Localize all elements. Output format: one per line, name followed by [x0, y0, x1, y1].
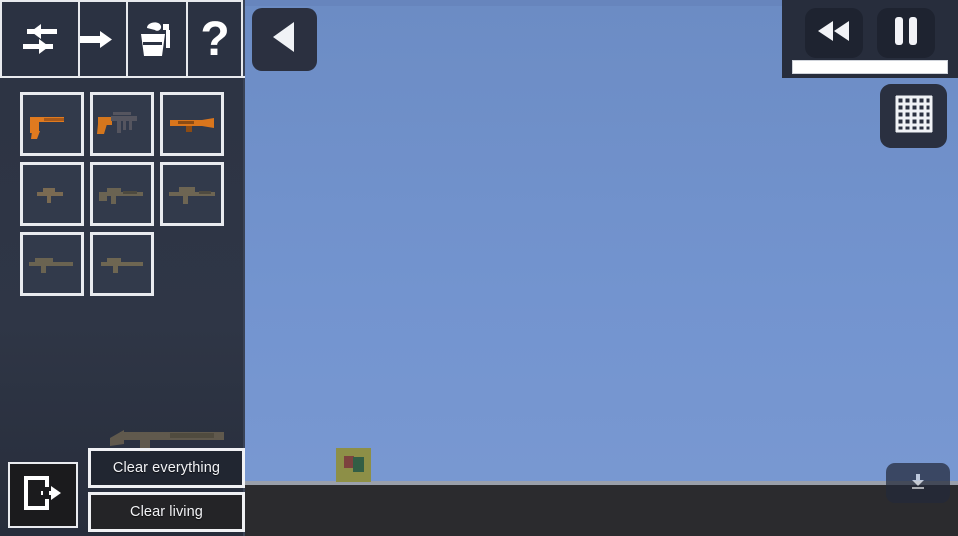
- grid-toggle-button[interactable]: [880, 84, 947, 148]
- paint-bucket-icon: [135, 16, 179, 62]
- inventory-slot-battle-rifle[interactable]: [160, 162, 224, 226]
- download-button[interactable]: [886, 463, 950, 503]
- rewind-icon: [816, 19, 852, 48]
- grid-icon: [893, 93, 935, 140]
- clear-everything-label: Clear everything: [112, 460, 221, 476]
- rifle-icon: [93, 249, 151, 279]
- inventory-grid: [20, 92, 230, 296]
- shotgun-icon: [164, 104, 220, 144]
- playback-panel: [782, 0, 958, 78]
- collapse-panel-button[interactable]: [252, 8, 317, 71]
- rifle-icon: [23, 249, 81, 279]
- download-icon: [911, 473, 925, 494]
- entity-detail-b: [353, 457, 364, 472]
- triangle-left-icon: [268, 19, 302, 60]
- exit-icon: [21, 473, 65, 518]
- rifle-icon: [93, 178, 151, 210]
- rifle-icon: [163, 178, 221, 210]
- pause-button[interactable]: [877, 8, 935, 58]
- help-button[interactable]: ?: [186, 0, 243, 78]
- inventory-slot-sniper-rifle[interactable]: [20, 232, 84, 296]
- smg-icon: [93, 102, 151, 146]
- svg-text:?: ?: [200, 13, 229, 65]
- rifle-icon: [25, 179, 79, 209]
- inventory-slot-shotgun[interactable]: [160, 92, 224, 156]
- playback-progress-bar[interactable]: [792, 60, 948, 74]
- swap-arrows-icon: [17, 19, 63, 59]
- pause-icon: [892, 16, 920, 51]
- clear-buttons-group: Clear everything Clear living: [88, 448, 245, 532]
- rewind-button[interactable]: [805, 8, 863, 58]
- clear-everything-button[interactable]: Clear everything: [88, 448, 245, 488]
- question-mark-icon: ?: [196, 13, 234, 65]
- toolbar: ?: [0, 0, 245, 78]
- inventory-slot-marksman-rifle[interactable]: [90, 232, 154, 296]
- inventory-slot-assault-rifle[interactable]: [90, 162, 154, 226]
- inventory-slot-submachine-gun[interactable]: [90, 92, 154, 156]
- inventory-slot-carbine[interactable]: [20, 162, 84, 226]
- clear-living-button[interactable]: Clear living: [88, 492, 245, 532]
- arrow-right-icon: [80, 26, 118, 52]
- pistol-icon: [24, 103, 80, 145]
- left-panel: ? Clear everything Clear living: [0, 0, 245, 536]
- playback-buttons: [792, 6, 948, 60]
- spawned-entity[interactable]: [336, 448, 371, 482]
- next-button[interactable]: [78, 0, 128, 78]
- paint-bucket-button[interactable]: [126, 0, 188, 78]
- inventory-slot-pistol[interactable]: [20, 92, 84, 156]
- game-screen: ? Clear everything Clear living: [0, 0, 958, 536]
- clear-living-label: Clear living: [130, 504, 203, 520]
- swap-button[interactable]: [0, 0, 80, 78]
- exit-button[interactable]: [8, 462, 78, 528]
